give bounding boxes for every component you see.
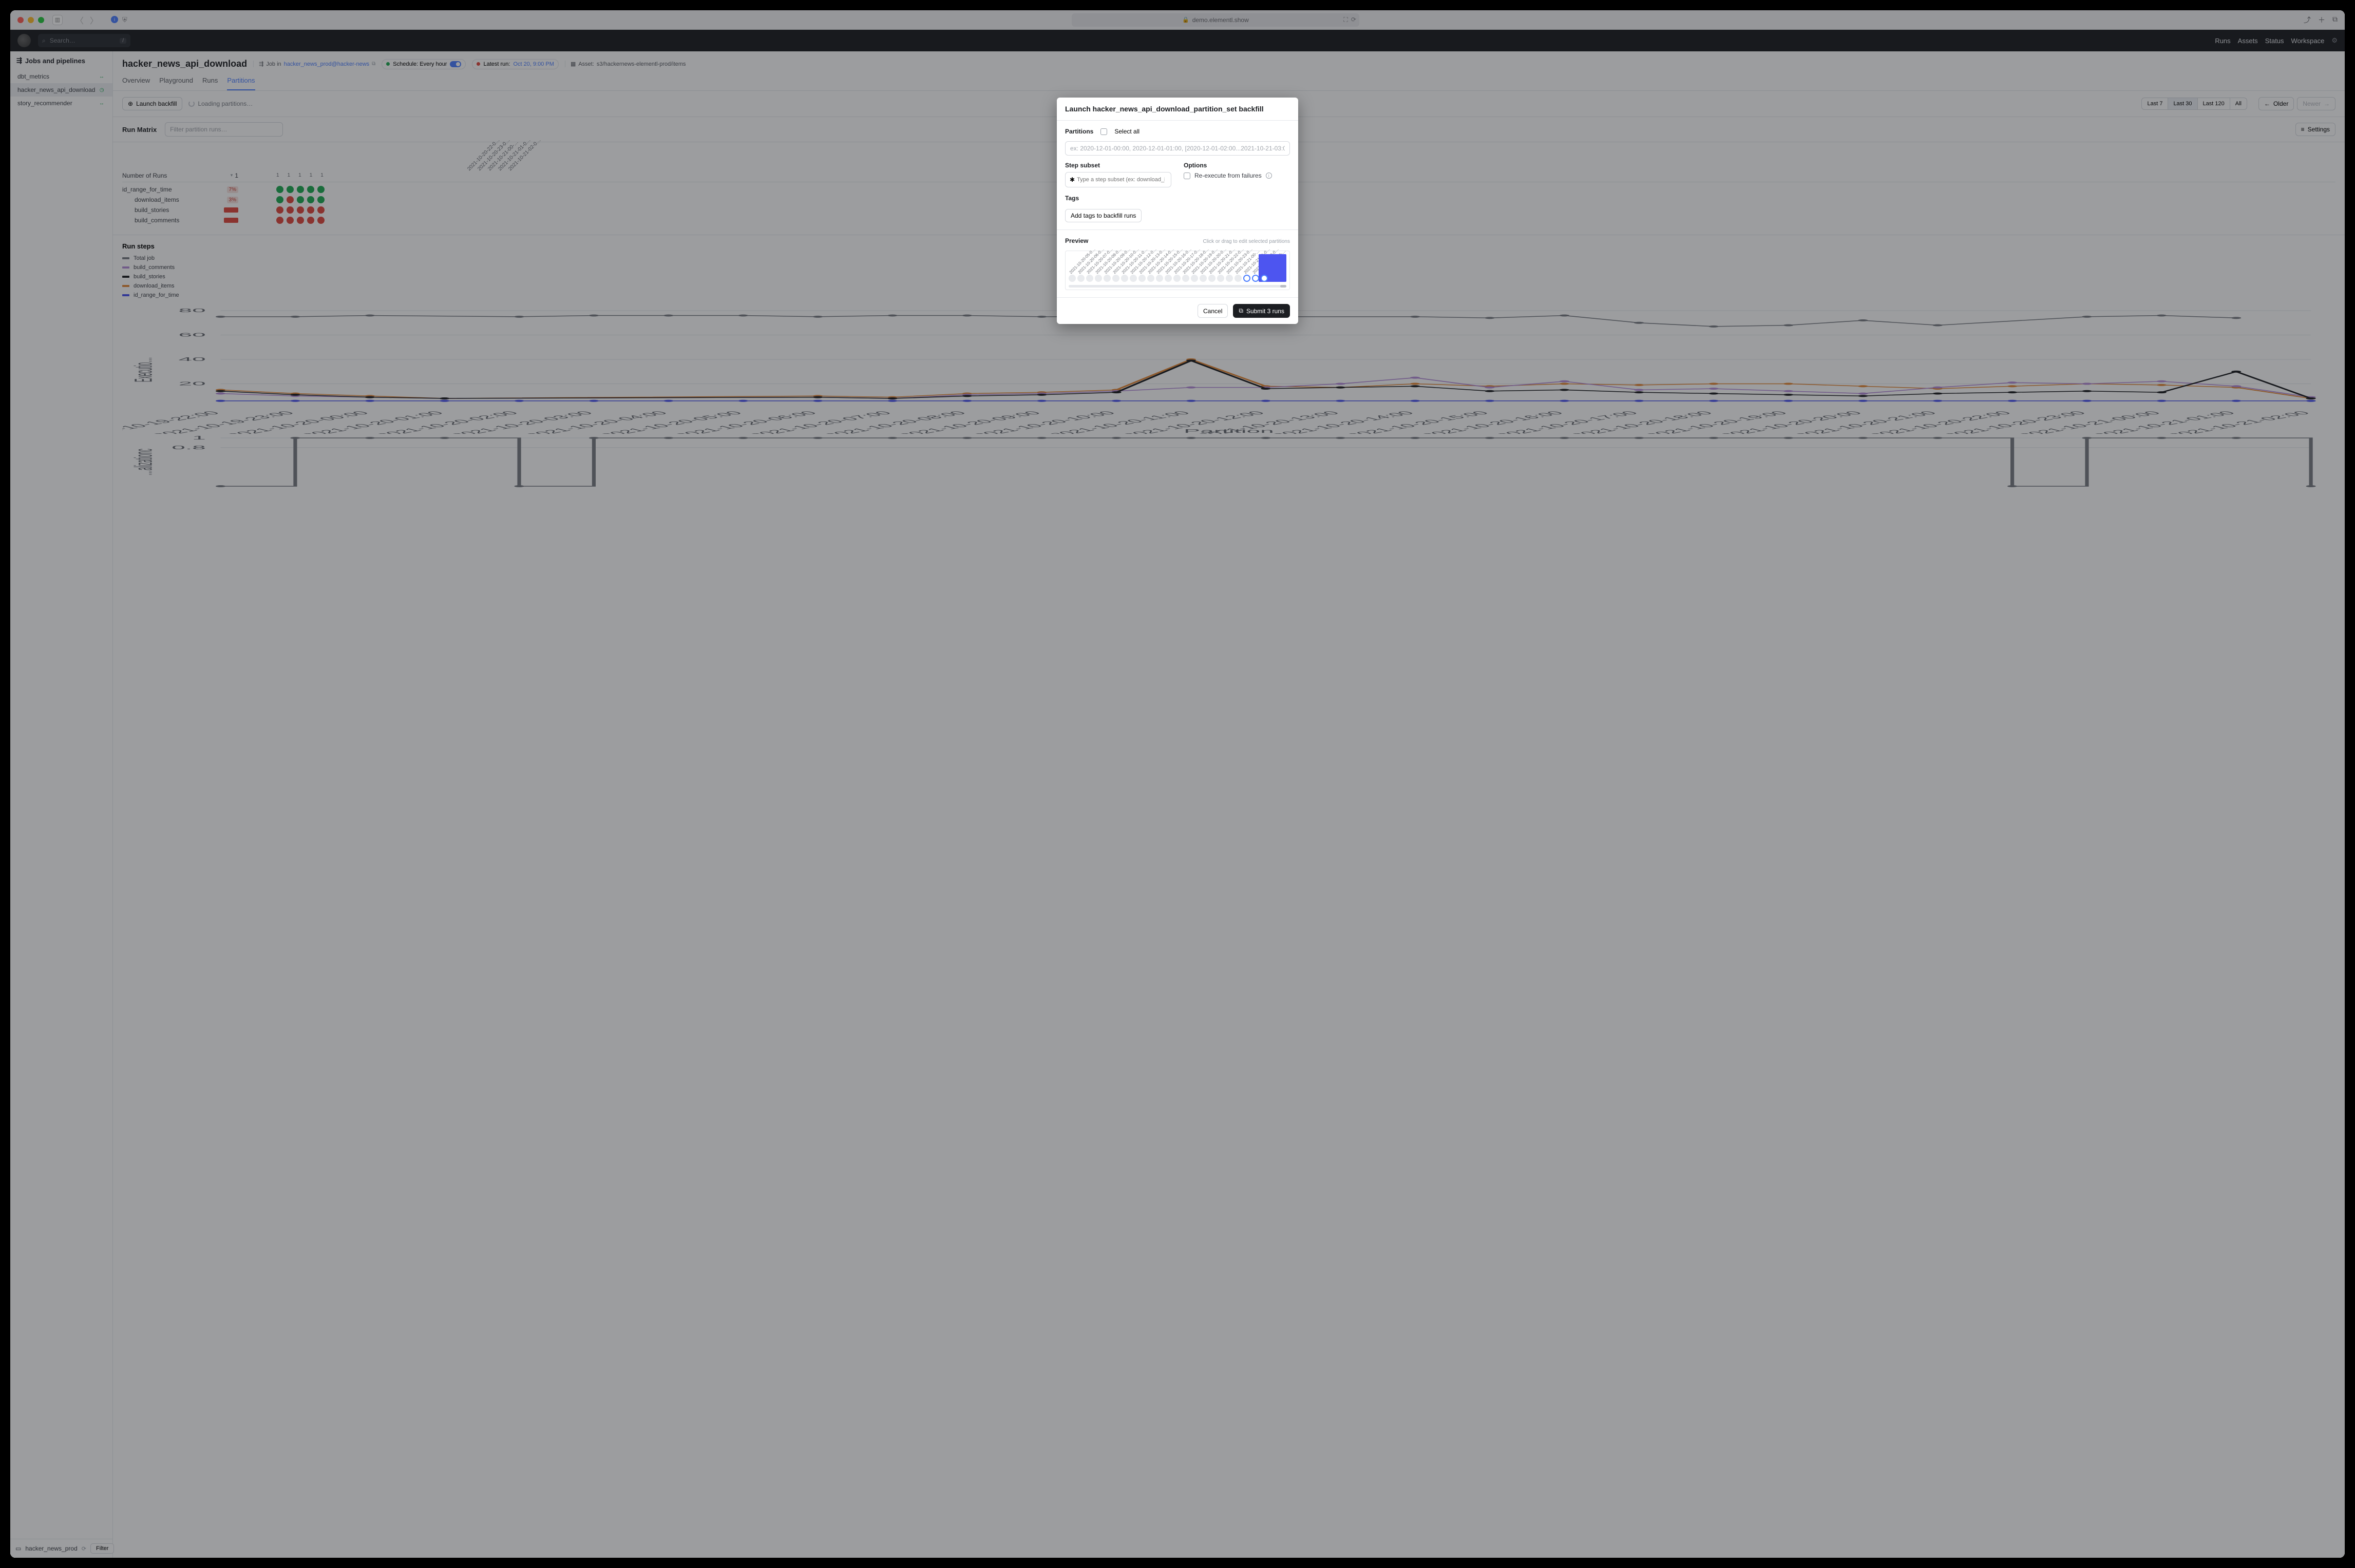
submit-button[interactable]: ⧉ Submit 3 runs xyxy=(1233,304,1290,318)
launch-icon: ⧉ xyxy=(1239,307,1243,315)
preview-hint: Click or drag to edit selected partition… xyxy=(1203,239,1290,244)
select-all-label[interactable]: Select all xyxy=(1114,128,1139,135)
preview-partition-dot[interactable] xyxy=(1173,275,1181,282)
preview-partition-dot[interactable] xyxy=(1069,275,1076,282)
reexec-option[interactable]: Re-execute from failures i xyxy=(1184,172,1290,179)
button-label: Submit 3 runs xyxy=(1246,308,1284,315)
preview-partition-dot[interactable] xyxy=(1243,275,1250,282)
browser-window: ▥ 〈 〉 i ⛨ 🔒 demo.elementl.show ⛶ ⟳ ⤴ ＋ ⧉ xyxy=(10,10,2345,1558)
preview-partition-dot[interactable] xyxy=(1217,275,1224,282)
info-icon[interactable]: i xyxy=(1266,173,1272,179)
preview-partition-dot[interactable] xyxy=(1104,275,1111,282)
preview-dots[interactable] xyxy=(1069,275,1286,282)
preview-partition-dot[interactable] xyxy=(1112,275,1119,282)
preview-partition-dot[interactable] xyxy=(1252,275,1259,282)
tags-label: Tags xyxy=(1065,195,1079,202)
preview-partition-dot[interactable] xyxy=(1077,275,1085,282)
preview-partition-dot[interactable] xyxy=(1121,275,1128,282)
graph-selector-icon: ✱ xyxy=(1070,176,1075,183)
step-subset-label: Step subset xyxy=(1065,162,1171,169)
select-all-checkbox[interactable] xyxy=(1100,128,1107,135)
preview-partition-dot[interactable] xyxy=(1095,275,1102,282)
cancel-button[interactable]: Cancel xyxy=(1198,304,1228,318)
preview-partition-dot[interactable] xyxy=(1156,275,1163,282)
backfill-modal: Launch hacker_news_api_download_partitio… xyxy=(1057,98,1298,324)
preview-partition-dot[interactable] xyxy=(1235,275,1242,282)
step-subset-input-wrap[interactable]: ✱ xyxy=(1065,172,1171,187)
preview-partition-dot[interactable] xyxy=(1130,275,1137,282)
reexec-label: Re-execute from failures xyxy=(1194,172,1262,179)
preview-label: Preview xyxy=(1065,237,1088,244)
step-subset-input[interactable] xyxy=(1075,177,1167,183)
partitions-label: Partitions xyxy=(1065,128,1093,135)
preview-partition-dot[interactable] xyxy=(1165,275,1172,282)
options-label: Options xyxy=(1184,162,1290,169)
preview-partition-dot[interactable] xyxy=(1226,275,1233,282)
modal-scrim[interactable]: Launch hacker_news_api_download_partitio… xyxy=(10,10,2345,1558)
preview-partition-dot[interactable] xyxy=(1191,275,1198,282)
preview-labels: 2021-10-20-05-0…2021-10-20-06-0…2021-10-… xyxy=(1069,254,1286,275)
preview-partition-dot[interactable] xyxy=(1182,275,1189,282)
modal-title: Launch hacker_news_api_download_partitio… xyxy=(1057,98,1298,121)
preview-scrollbar[interactable] xyxy=(1069,285,1286,288)
preview-partition-dot[interactable] xyxy=(1138,275,1146,282)
preview-partition-dot[interactable] xyxy=(1200,275,1207,282)
partitions-input[interactable] xyxy=(1065,141,1290,156)
add-tags-button[interactable]: Add tags to backfill runs xyxy=(1065,209,1142,222)
preview-partition-dot[interactable] xyxy=(1208,275,1216,282)
preview-box[interactable]: 2021-10-20-05-0…2021-10-20-06-0…2021-10-… xyxy=(1065,251,1290,290)
reexec-checkbox[interactable] xyxy=(1184,173,1190,179)
preview-partition-dot[interactable] xyxy=(1147,275,1154,282)
preview-partition-dot[interactable] xyxy=(1261,275,1268,282)
preview-partition-dot[interactable] xyxy=(1086,275,1093,282)
